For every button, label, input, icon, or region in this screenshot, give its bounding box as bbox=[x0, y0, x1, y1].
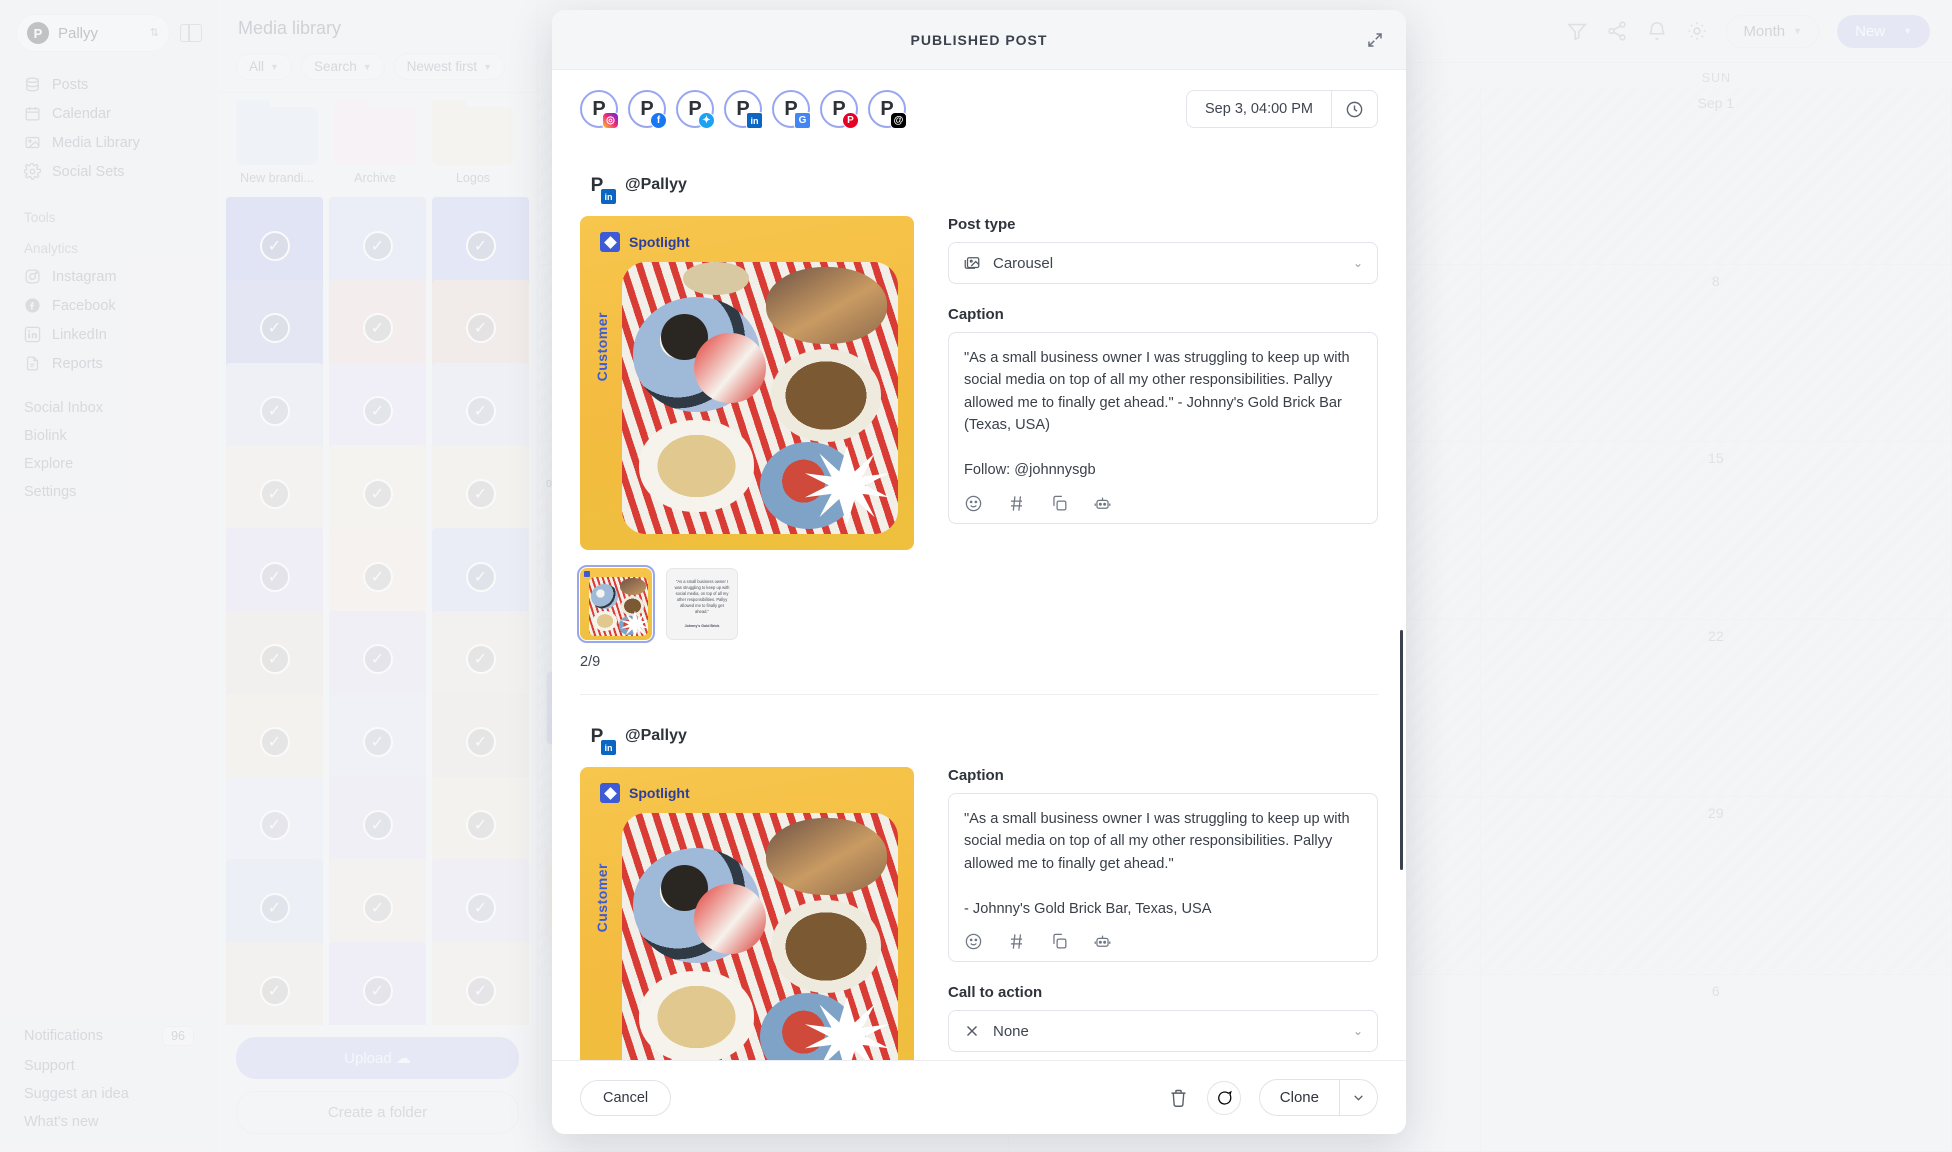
modal-title: PUBLISHED POST bbox=[910, 31, 1048, 48]
account-avatar-twitter[interactable]: P ✦ bbox=[676, 90, 715, 129]
cancel-button[interactable]: Cancel bbox=[580, 1079, 672, 1116]
post-media-column: Spotlight Customer bbox=[580, 767, 914, 1060]
post-type-value: Carousel bbox=[993, 254, 1054, 272]
modal-body: P◎ Pf P✦ Pin PG PP P@ Sep 3, 04:00 PM bbox=[552, 70, 1406, 1060]
copy-icon[interactable] bbox=[1050, 932, 1069, 951]
hashtag-icon[interactable] bbox=[1007, 494, 1026, 513]
thumbnail-quote-attribution: Johnny's Gold Brick bbox=[684, 623, 720, 628]
comment-button[interactable] bbox=[1206, 1080, 1241, 1115]
avatar: P in bbox=[580, 719, 617, 756]
spotlight-badge: Spotlight bbox=[600, 783, 690, 803]
food-collage bbox=[622, 813, 898, 1060]
expand-icon[interactable] bbox=[1366, 31, 1384, 49]
post-type-label: Post type bbox=[948, 216, 1016, 233]
comment-icon bbox=[1217, 1090, 1232, 1105]
linkedin-badge-icon: in bbox=[746, 112, 763, 129]
spotlight-label: Spotlight bbox=[629, 785, 690, 801]
emoji-icon[interactable] bbox=[964, 494, 983, 513]
facebook-badge-icon: f bbox=[650, 112, 667, 129]
post-media-column: Spotlight Customer bbox=[577, 216, 914, 670]
post-columns: Spotlight Customer bbox=[577, 216, 1378, 670]
linkedin-badge-icon: in bbox=[600, 739, 617, 756]
modal-scroll-area[interactable]: P◎ Pf P✦ Pin PG PP P@ Sep 3, 04:00 PM bbox=[552, 70, 1406, 1060]
trash-icon[interactable] bbox=[1168, 1087, 1189, 1108]
account-avatar-facebook[interactable]: Pf bbox=[628, 90, 667, 129]
clock-icon[interactable] bbox=[1331, 91, 1377, 127]
ai-robot-icon[interactable] bbox=[1093, 494, 1112, 513]
caption-label: Caption bbox=[948, 306, 1004, 323]
copy-icon[interactable] bbox=[1050, 494, 1069, 513]
post-columns: Spotlight Customer bbox=[580, 767, 1378, 1060]
emoji-icon[interactable] bbox=[964, 932, 983, 951]
account-avatar-linkedin[interactable]: Pin bbox=[724, 90, 763, 129]
thumbnail-quote-text: "As a small business owner I was struggl… bbox=[674, 579, 730, 614]
account-avatar-pinterest[interactable]: PP bbox=[820, 90, 859, 129]
published-post-modal: PUBLISHED POST P◎ Pf P✦ Pin PG PP P@ bbox=[552, 10, 1406, 1134]
close-icon[interactable] bbox=[963, 1022, 981, 1040]
linkedin-badge-icon: in bbox=[600, 188, 617, 205]
carousel-counter: 2/9 bbox=[580, 654, 601, 670]
post-fields-column: Post type Carousel ⌄ Caption "As a small… bbox=[948, 216, 1378, 524]
twitter-badge-icon: ✦ bbox=[698, 112, 715, 129]
post-type-select[interactable]: Carousel ⌄ bbox=[948, 242, 1378, 284]
schedule-datetime-value[interactable]: Sep 3, 04:00 PM bbox=[1187, 91, 1331, 127]
caption-field[interactable]: "As a small business owner I was struggl… bbox=[948, 332, 1378, 524]
account-avatars: P ◎ Pf P ✦ Pin PG PP P @ bbox=[580, 90, 907, 129]
diamond-icon bbox=[600, 783, 620, 803]
post-account-row: P in @Pallyy bbox=[580, 701, 1378, 767]
call-to-action-select[interactable]: None ⌄ bbox=[948, 1010, 1378, 1053]
ai-robot-icon[interactable] bbox=[1093, 932, 1112, 951]
threads-badge-icon: @ bbox=[890, 112, 907, 129]
caption-toolbar bbox=[964, 494, 1362, 513]
call-to-action-label: Call to action bbox=[948, 984, 1043, 1002]
caption-field[interactable]: "As a small business owner I was struggl… bbox=[948, 793, 1378, 963]
sparkle-icon bbox=[804, 445, 890, 525]
image-stack-icon bbox=[964, 257, 980, 269]
post-image-preview[interactable]: Spotlight Customer bbox=[580, 216, 914, 550]
account-avatar-google-business[interactable]: PG bbox=[772, 90, 811, 129]
post-block-1: P in @Pallyy Spotlight Customer "As a sm… bbox=[552, 144, 1406, 695]
carousel-thumbnails: "As a small business owner I was struggl… bbox=[577, 565, 914, 643]
food-collage bbox=[622, 262, 898, 534]
modal-scrollbar-thumb[interactable] bbox=[1400, 630, 1403, 870]
customer-label: Customer bbox=[594, 312, 610, 382]
post-account-handle: @Pallyy bbox=[625, 176, 687, 193]
post-image-preview[interactable]: Spotlight Customer bbox=[580, 767, 914, 1060]
caption-label: Caption bbox=[948, 767, 1004, 784]
carousel-thumbnail[interactable] bbox=[577, 565, 655, 643]
caption-value: "As a small business owner I was struggl… bbox=[964, 350, 1350, 479]
spotlight-badge: Spotlight bbox=[600, 232, 690, 252]
clone-button[interactable]: Clone bbox=[1260, 1080, 1339, 1115]
diamond-icon bbox=[600, 232, 620, 252]
schedule-datetime: Sep 3, 04:00 PM bbox=[1185, 90, 1378, 128]
avatar: P in bbox=[580, 168, 617, 205]
caption-value: "As a small business owner I was struggl… bbox=[964, 811, 1350, 917]
customer-label: Customer bbox=[594, 863, 610, 933]
spotlight-label: Spotlight bbox=[629, 234, 690, 250]
clone-dropdown-button[interactable] bbox=[1339, 1080, 1377, 1115]
clone-button-group: Clone bbox=[1258, 1079, 1378, 1116]
modal-header: PUBLISHED POST bbox=[552, 10, 1406, 70]
post-block-2: P in @Pallyy Spotlight Customer Caption … bbox=[552, 695, 1406, 1060]
sparkle-icon bbox=[804, 996, 890, 1060]
carousel-thumbnail[interactable]: "As a small business owner I was struggl… bbox=[666, 568, 738, 640]
pinterest-badge-icon: P bbox=[842, 112, 859, 129]
google-business-badge-icon: G bbox=[794, 112, 811, 129]
footer-actions: Clone bbox=[1168, 1079, 1378, 1116]
account-avatar-instagram[interactable]: P ◎ bbox=[580, 90, 619, 129]
accounts-bar: P ◎ Pf P ✦ Pin PG PP P @ Sep 3, 04:00 PM bbox=[552, 70, 1406, 144]
modal-footer: Cancel Clone bbox=[552, 1060, 1406, 1134]
account-avatar-threads[interactable]: P @ bbox=[868, 90, 907, 129]
call-to-action-value: None bbox=[993, 1022, 1029, 1040]
chevron-down-icon: ⌄ bbox=[1352, 256, 1363, 270]
post-account-handle: @Pallyy bbox=[625, 727, 687, 744]
post-fields-column: Caption "As a small business owner I was… bbox=[948, 767, 1378, 1053]
post-account-row: P in @Pallyy bbox=[580, 150, 1378, 216]
chevron-down-icon bbox=[1354, 1095, 1363, 1101]
instagram-badge-icon: ◎ bbox=[602, 112, 619, 129]
chevron-down-icon: ⌄ bbox=[1352, 1024, 1363, 1039]
hashtag-icon[interactable] bbox=[1007, 932, 1026, 951]
caption-toolbar bbox=[964, 932, 1362, 951]
